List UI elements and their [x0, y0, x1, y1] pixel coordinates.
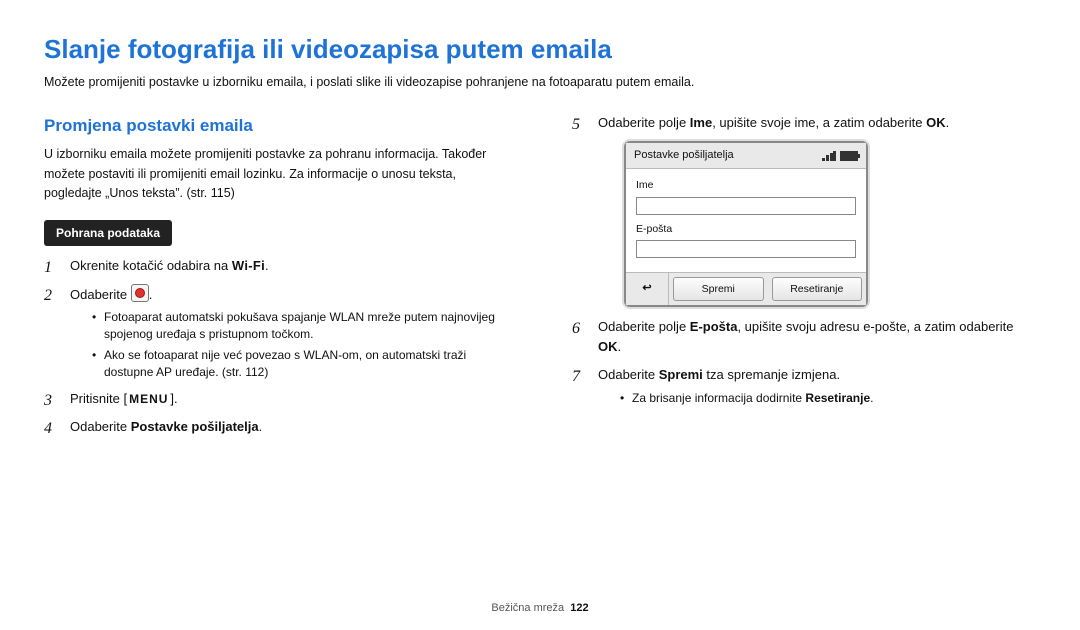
device-header-title: Postavke pošiljatelja	[634, 147, 734, 164]
step-7-note: Za brisanje informacija dodirnite Reseti…	[620, 390, 1036, 407]
save-button[interactable]: Spremi	[673, 277, 764, 301]
wifi-signal-icon	[822, 151, 836, 161]
section-title: Promjena postavki emaila	[44, 113, 508, 139]
step-6: 6 Odaberite polje E-pošta, upišite svoju…	[572, 317, 1036, 357]
step-3: 3 Pritisnite [MENU].	[44, 389, 508, 409]
footer-label: Bežična mreža	[491, 602, 564, 614]
step-7: 7 Odaberite Spremi tza spremanje izmjena…	[572, 365, 1036, 406]
field-input-ime[interactable]	[636, 197, 856, 215]
reset-button[interactable]: Resetiranje	[772, 277, 863, 301]
badge-pohrana: Pohrana podataka	[44, 220, 172, 247]
page-footer: Bežična mreža 122	[0, 602, 1080, 614]
back-button[interactable]: ↩	[626, 273, 669, 305]
step-4-bold: Postavke pošiljatelja	[131, 419, 259, 434]
step-2: 2 Odaberite . Fotoaparat automatski poku…	[44, 284, 508, 380]
field-input-eposta[interactable]	[636, 240, 856, 258]
menu-button-label: MENU	[127, 390, 170, 409]
wifi-icon: Wi-Fi	[232, 258, 265, 273]
step-2-note-2: Ako se fotoaparat nije već povezao s WLA…	[92, 347, 508, 381]
step-2-text: Odaberite	[70, 287, 131, 302]
step-2-note-1: Fotoaparat automatski pokušava spajanje …	[92, 309, 508, 343]
camera-ui-mock: Postavke pošiljatelja Ime E-pošta	[624, 141, 868, 307]
step-4: 4 Odaberite Postavke pošiljatelja.	[44, 417, 508, 437]
field-label-eposta: E-pošta	[636, 221, 856, 237]
page-number: 122	[570, 602, 588, 614]
page-title: Slanje fotografija ili videozapisa putem…	[44, 34, 1036, 65]
email-app-icon	[131, 284, 149, 302]
battery-icon	[840, 151, 858, 161]
step-1: 1 Okrenite kotačić odabira na Wi-Fi.	[44, 256, 508, 276]
step-5: 5 Odaberite polje Ime, upišite svoje ime…	[572, 113, 1036, 307]
step-1-text: Okrenite kotačić odabira na	[70, 258, 232, 273]
left-column: Promjena postavki emaila U izborniku ema…	[44, 113, 508, 445]
page-intro: Možete promijeniti postavke u izborniku …	[44, 73, 1036, 91]
section-desc: U izborniku emaila možete promijeniti po…	[44, 145, 508, 203]
field-label-ime: Ime	[636, 177, 856, 193]
right-column: 5 Odaberite polje Ime, upišite svoje ime…	[572, 113, 1036, 445]
